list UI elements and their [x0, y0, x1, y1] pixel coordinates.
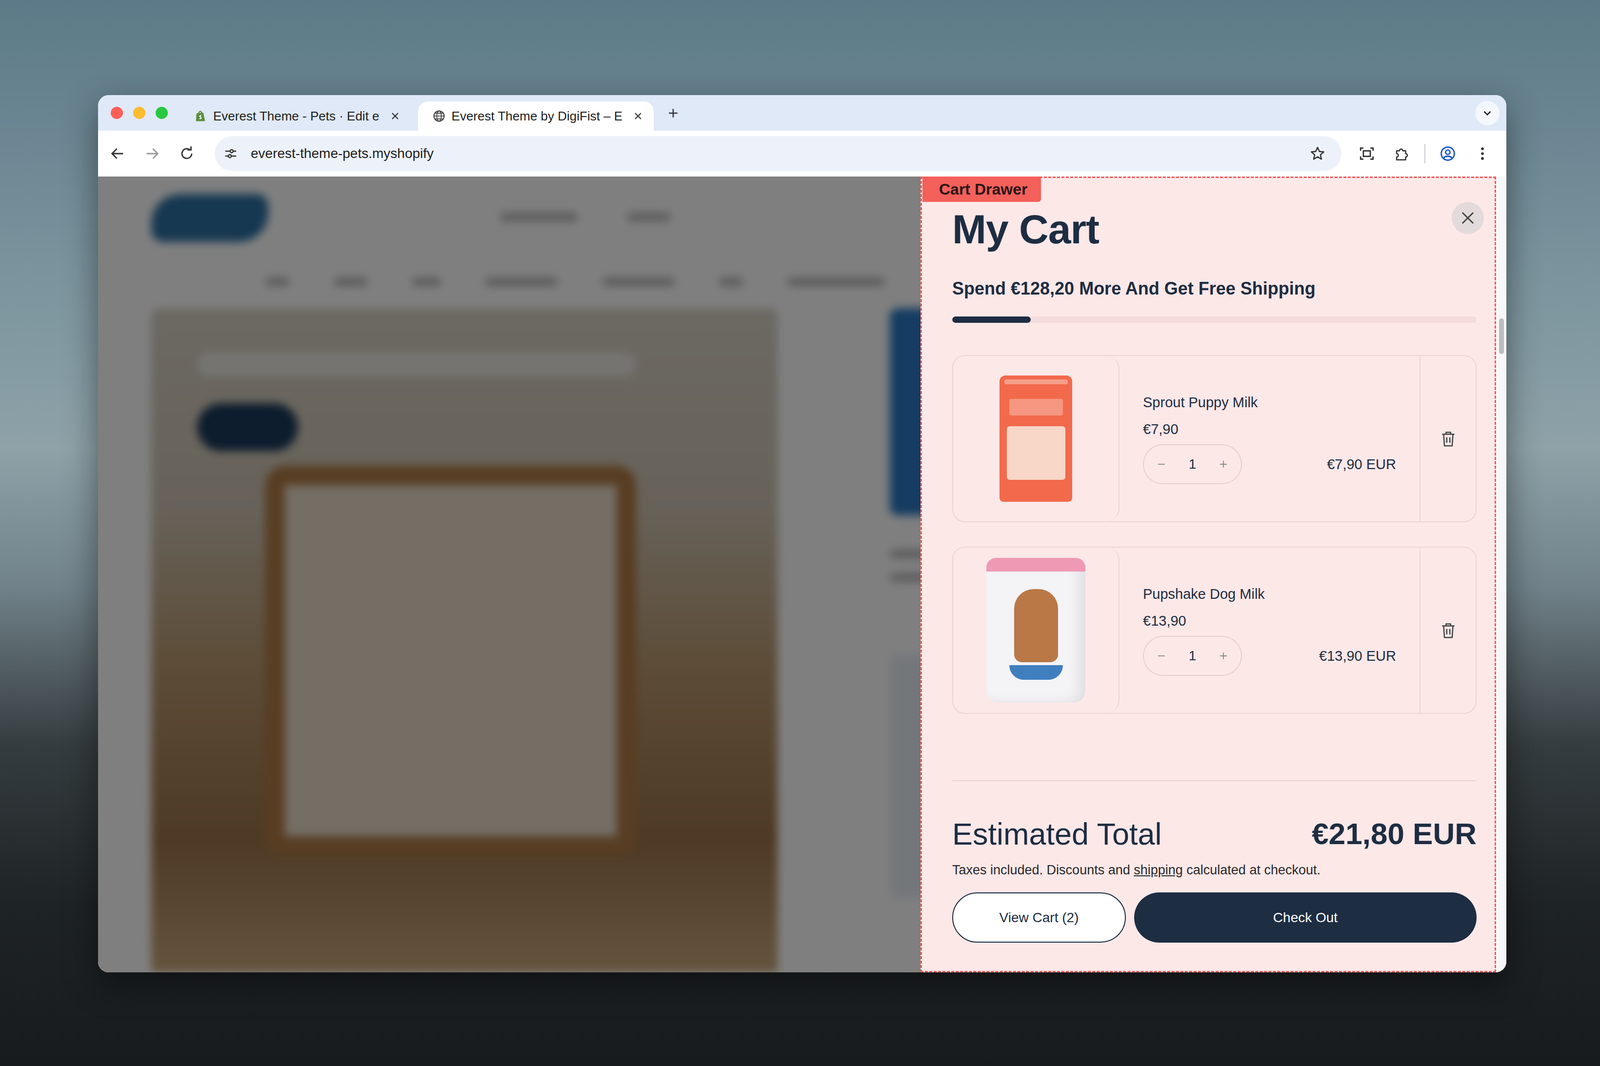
page-overlay[interactable] [98, 176, 921, 973]
trash-icon [1439, 621, 1458, 640]
back-button[interactable] [101, 138, 134, 170]
browser-tab[interactable]: Everest Theme by DigiFist – E [418, 101, 655, 131]
product-bag-image [999, 375, 1073, 502]
forward-button[interactable] [136, 138, 168, 170]
close-window-button[interactable] [110, 106, 123, 120]
quantity-stepper: 1 [1142, 636, 1242, 677]
tab-title: Everest Theme - Pets · Edit e [213, 108, 380, 124]
minus-icon[interactable] [1155, 650, 1168, 662]
maximize-window-button[interactable] [155, 106, 168, 120]
browser-tab[interactable]: Everest Theme - Pets · Edit e [179, 101, 411, 131]
kebab-menu-icon [1474, 145, 1491, 162]
total-row: Estimated Total €21,80 EUR [952, 815, 1477, 853]
reload-button[interactable] [171, 138, 203, 170]
scrollbar-thumb[interactable] [1499, 318, 1504, 355]
plus-icon[interactable] [1217, 458, 1230, 471]
tin-bowl [1009, 665, 1063, 680]
item-price: €13,90 [1142, 611, 1397, 631]
close-icon [1458, 208, 1478, 228]
remove-item-button[interactable] [1419, 356, 1476, 522]
total-value: €21,80 EUR [1311, 815, 1477, 853]
bag-label [1009, 399, 1063, 416]
cart-drawer: Cart Drawer My Cart Spend €128,20 More And… [920, 176, 1497, 973]
toolbar-divider [1424, 143, 1426, 164]
remove-item-button[interactable] [1419, 547, 1476, 714]
forward-arrow-icon [143, 145, 161, 162]
puzzle-icon [1393, 145, 1410, 162]
trash-icon [1439, 429, 1458, 449]
cart-footer: Estimated Total €21,80 EUR Taxes included.… [952, 780, 1477, 943]
globe-icon [432, 109, 446, 123]
minimize-window-button[interactable] [133, 106, 146, 120]
url-text: everest-theme-pets.myshopify [250, 145, 434, 162]
cart-drawer-badge: Cart Drawer [922, 176, 1041, 202]
bag-seal [1004, 379, 1068, 385]
line-total: €13,90 EUR [1319, 648, 1397, 665]
menu-button[interactable] [1466, 138, 1499, 170]
free-shipping-progress [952, 316, 1477, 323]
tin-artwork [1014, 589, 1059, 663]
page-scrollbar [1496, 176, 1507, 973]
cart-items: Sprout Puppy Milk €7,90 1 €7,90 EUR Pupshake… [952, 355, 1477, 715]
store-page [98, 176, 921, 973]
profile-button[interactable] [1432, 138, 1464, 170]
item-details: Pupshake Dog Milk €13,90 1 €13,90 EUR [1119, 547, 1420, 714]
quantity-row: 1 €13,90 EUR [1142, 636, 1397, 677]
cart-item: Sprout Puppy Milk €7,90 1 €7,90 EUR [952, 355, 1477, 523]
item-name[interactable]: Pupshake Dog Milk [1142, 584, 1397, 604]
site-settings-icon[interactable] [223, 146, 239, 161]
bookmark-star-icon[interactable] [1309, 145, 1326, 162]
back-arrow-icon [109, 145, 126, 162]
footer-divider [952, 780, 1477, 782]
page-viewport: Cart Drawer My Cart Spend €128,20 More And… [98, 176, 1507, 973]
tax-note: Taxes included. Discounts and shipping c… [952, 861, 1477, 880]
tab-title: Everest Theme by DigiFist – E [451, 108, 623, 124]
cart-actions: View Cart (2)Check Out [952, 892, 1477, 943]
screenshot-button[interactable] [1351, 138, 1383, 170]
reload-icon [178, 145, 196, 162]
view-cart-button[interactable]: View Cart (2) [952, 892, 1126, 943]
browser-window: Everest Theme - Pets · Edit e Everest The… [98, 95, 1507, 973]
bag-patch [1006, 426, 1066, 480]
product-image[interactable] [953, 356, 1120, 522]
close-drawer-button[interactable] [1451, 201, 1484, 235]
quantity-value[interactable]: 1 [1188, 456, 1197, 473]
checkout-button[interactable]: Check Out [1134, 892, 1477, 943]
new-tab-icon[interactable] [665, 105, 681, 121]
desktop: Everest Theme - Pets · Edit e Everest The… [0, 0, 1600, 1066]
total-label: Estimated Total [952, 815, 1162, 853]
product-tin-image [986, 558, 1086, 703]
free-shipping-message: Spend €128,20 More And Get Free Shipping [952, 278, 1477, 300]
item-price: €7,90 [1142, 420, 1397, 439]
quantity-stepper: 1 [1142, 444, 1242, 485]
item-details: Sprout Puppy Milk €7,90 1 €7,90 EUR [1119, 356, 1420, 522]
cart-title: My Cart [952, 206, 1477, 252]
address-bar[interactable]: everest-theme-pets.myshopify [214, 136, 1342, 172]
quantity-row: 1 €7,90 EUR [1142, 444, 1397, 485]
extensions-button[interactable] [1385, 138, 1418, 170]
quantity-value[interactable]: 1 [1188, 648, 1197, 664]
progress-fill [952, 316, 1031, 323]
shopify-bag-icon [193, 109, 208, 123]
line-total: €7,90 EUR [1326, 456, 1397, 473]
item-name[interactable]: Sprout Puppy Milk [1142, 393, 1397, 412]
screenshot-icon [1358, 145, 1376, 162]
tab-search-button[interactable] [1475, 100, 1500, 126]
close-tab-icon[interactable] [389, 110, 401, 122]
toolbar: everest-theme-pets.myshopify [98, 130, 1507, 177]
tin-lid [986, 558, 1086, 572]
minus-icon[interactable] [1155, 458, 1168, 471]
profile-icon [1439, 145, 1457, 162]
chevron-down-icon [1480, 106, 1494, 120]
window-controls [110, 106, 168, 120]
close-tab-icon[interactable] [632, 110, 644, 122]
product-image[interactable] [953, 547, 1120, 714]
shipping-link[interactable]: shipping [1133, 862, 1183, 878]
plus-icon[interactable] [1217, 650, 1230, 662]
cart-item: Pupshake Dog Milk €13,90 1 €13,90 EUR [952, 546, 1477, 715]
tab-bar: Everest Theme - Pets · Edit e Everest The… [98, 95, 1507, 131]
